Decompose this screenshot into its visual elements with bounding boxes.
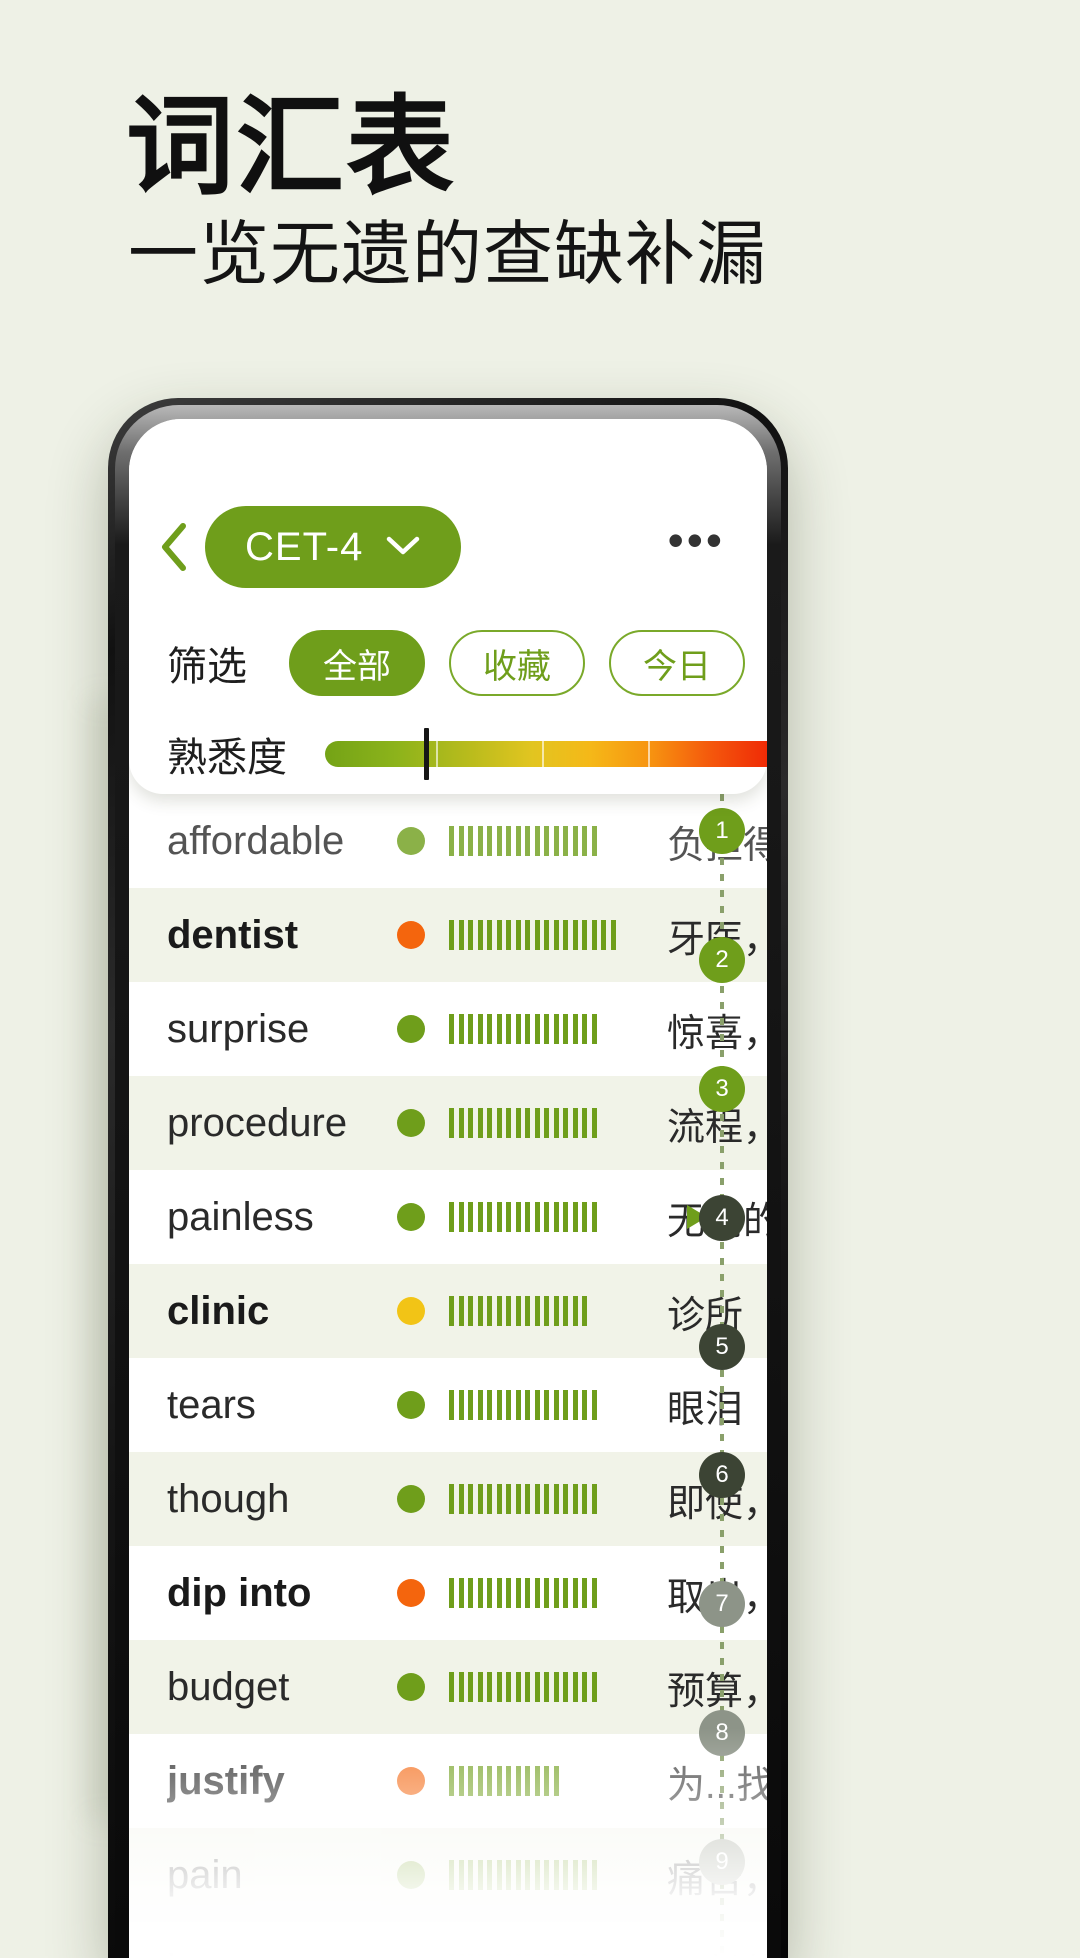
word-text: procedure: [167, 1101, 397, 1146]
timeline-node-label: 8: [715, 1719, 728, 1747]
familiarity-bars: [449, 1860, 639, 1890]
word-list[interactable]: affordable负担得起的，可以支付的dentist牙医，牙科医生surpr…: [129, 794, 767, 1958]
slider-tick: [436, 741, 438, 767]
filter-row: 筛选 全部 收藏 今日 复习 新: [129, 615, 767, 711]
phone-mockup: CET-4 ••• 筛选 全部 收藏 今日 复习 新 熟悉度: [108, 398, 788, 1958]
familiarity-slider-handle[interactable]: [424, 728, 429, 780]
timeline-node[interactable]: 3: [699, 1066, 745, 1112]
back-button[interactable]: [143, 521, 205, 573]
familiarity-bars: [449, 1672, 639, 1702]
navbar: CET-4 •••: [129, 497, 767, 597]
familiarity-bars: [449, 1766, 639, 1796]
word-text: surprise: [167, 1007, 397, 1052]
familiarity-dot-icon: [397, 1861, 425, 1889]
timeline-node-label: 4: [715, 1204, 728, 1232]
filter-chip-favorites[interactable]: 收藏: [449, 630, 585, 696]
timeline-node-label: 2: [715, 946, 728, 974]
timeline-node-label: 9: [715, 1848, 728, 1876]
familiarity-dot-icon: [397, 1673, 425, 1701]
familiarity-slider[interactable]: [325, 741, 767, 767]
filter-chip-all[interactable]: 全部: [289, 630, 425, 696]
word-text: affordable: [167, 819, 397, 864]
familiarity-dot-icon: [397, 1485, 425, 1513]
wordbook-label: CET-4: [245, 525, 363, 570]
familiarity-bars: [449, 1014, 639, 1044]
timeline-node[interactable]: 7: [699, 1581, 745, 1627]
familiarity-dot-icon: [397, 1391, 425, 1419]
word-text: dentist: [167, 913, 397, 958]
filter-label: 筛选: [167, 634, 247, 692]
familiarity-dot-icon: [397, 1579, 425, 1607]
word-text: dip into: [167, 1571, 397, 1616]
word-row[interactable]: painless无痛的，没有痛感: [129, 1170, 767, 1264]
word-row[interactable]: justify为...找借口: [129, 1734, 767, 1828]
wordbook-selector[interactable]: CET-4: [205, 506, 461, 588]
page-title: 词汇表: [126, 95, 456, 203]
page-subtitle: 一览无遗的查缺补漏: [128, 218, 767, 292]
familiarity-bars: [449, 1202, 639, 1232]
familiarity-bars: [449, 1484, 639, 1514]
familiarity-dot-icon: [397, 1109, 425, 1137]
familiarity-dot-icon: [397, 1297, 425, 1325]
timeline-node-label: 3: [715, 1075, 728, 1103]
word-text: budget: [167, 1665, 397, 1710]
familiarity-label: 熟悉度: [167, 725, 287, 783]
timeline-node-label: 1: [715, 817, 728, 845]
word-text: though: [167, 1477, 397, 1522]
familiarity-dot-icon: [397, 921, 425, 949]
timeline-node-label: 5: [715, 1333, 728, 1361]
chapter-timeline-rail[interactable]: 1 2 3 4 5 6 7 8 9: [699, 794, 745, 1958]
familiarity-dot-icon: [397, 1015, 425, 1043]
familiarity-bars: [449, 1578, 639, 1608]
timeline-node[interactable]: 1: [699, 808, 745, 854]
word-row[interactable]: clinic诊所: [129, 1264, 767, 1358]
familiarity-bars: [449, 920, 639, 950]
word-text: longer: [167, 1947, 397, 1958]
timeline-node[interactable]: 6: [699, 1452, 745, 1498]
familiarity-bars: [449, 826, 639, 856]
word-row[interactable]: affordable负担得起的，可以支付的: [129, 794, 767, 888]
timeline-node-label: 6: [715, 1461, 728, 1489]
familiarity-dot-icon: [397, 1203, 425, 1231]
timeline-node[interactable]: 2: [699, 937, 745, 983]
word-row[interactable]: tears眼泪: [129, 1358, 767, 1452]
familiarity-bars: [449, 1108, 639, 1138]
familiarity-row: 熟悉度: [129, 715, 767, 793]
slider-tick: [542, 741, 544, 767]
timeline-node[interactable]: 8: [699, 1710, 745, 1756]
more-options-button[interactable]: •••: [668, 530, 725, 564]
word-text: pain: [167, 1853, 397, 1898]
timeline-node[interactable]: 5: [699, 1324, 745, 1370]
word-row[interactable]: dentist牙医，牙科医生: [129, 888, 767, 982]
familiarity-dot-icon: [397, 827, 425, 855]
timeline-node-label: 7: [715, 1590, 728, 1618]
timeline-node[interactable]: 4: [699, 1195, 745, 1241]
word-text: painless: [167, 1195, 397, 1240]
word-text: justify: [167, 1759, 397, 1804]
familiarity-bars: [449, 1954, 639, 1958]
timeline-node[interactable]: 9: [699, 1839, 745, 1885]
filter-chip-today[interactable]: 今日: [609, 630, 745, 696]
familiarity-bars: [449, 1390, 639, 1420]
familiarity-bars: [449, 1296, 639, 1326]
word-row[interactable]: pain痛苦，疼痛: [129, 1828, 767, 1922]
word-row[interactable]: dip into取出，动用积蓄: [129, 1546, 767, 1640]
familiarity-dot-icon: [397, 1767, 425, 1795]
word-row[interactable]: budget预算，财政预算: [129, 1640, 767, 1734]
slider-tick: [648, 741, 650, 767]
chevron-down-icon: [385, 534, 421, 561]
phone-screen: CET-4 ••• 筛选 全部 收藏 今日 复习 新 熟悉度: [129, 419, 767, 1958]
promo-banner: 词汇表 一览无遗的查缺补漏: [0, 0, 1080, 400]
word-row[interactable]: longer更长的，更久的: [129, 1922, 767, 1958]
word-text: tears: [167, 1383, 397, 1428]
top-card: CET-4 ••• 筛选 全部 收藏 今日 复习 新 熟悉度: [129, 419, 767, 794]
word-row[interactable]: though即使，即便如此: [129, 1452, 767, 1546]
word-row[interactable]: surprise惊喜，意外: [129, 982, 767, 1076]
word-row[interactable]: procedure流程，过程: [129, 1076, 767, 1170]
word-text: clinic: [167, 1289, 397, 1334]
chevron-left-icon: [159, 521, 189, 573]
